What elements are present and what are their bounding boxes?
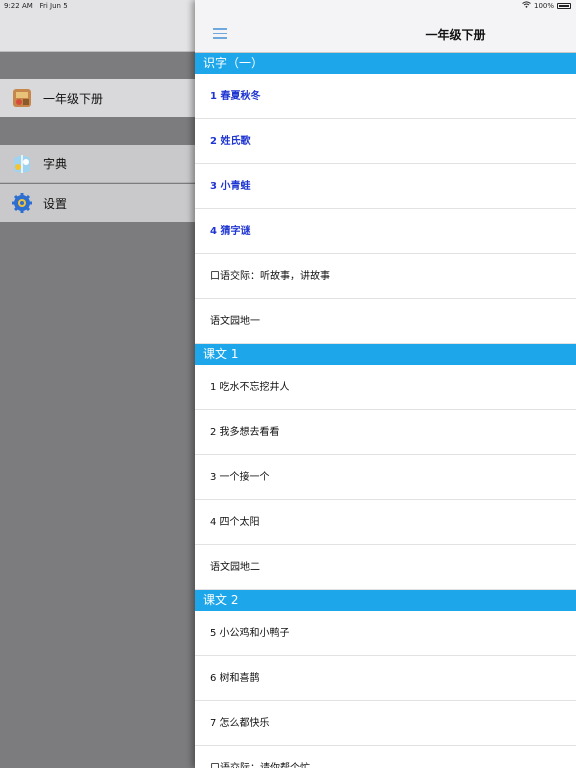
status-date: Fri Jun 5	[39, 2, 68, 10]
lesson-row[interactable]: 4 猜字谜	[195, 209, 576, 254]
navigation-bar: 100% 一年级下册	[195, 0, 576, 53]
status-time-date: 9:22 AM Fri Jun 5	[4, 0, 68, 12]
lesson-row[interactable]: 口语交际：请你帮个忙	[195, 746, 576, 768]
page-title: 一年级下册	[425, 28, 486, 42]
sidebar-item-book[interactable]: 一年级下册	[0, 79, 195, 117]
sidebar: 9:22 AM Fri Jun 5 一年级下册 字典 设置	[0, 0, 195, 768]
lesson-row[interactable]: 2 我多想去看看	[195, 410, 576, 455]
lesson-row[interactable]: 语文园地二	[195, 545, 576, 590]
lesson-row[interactable]: 1 吃水不忘挖井人	[195, 365, 576, 410]
dictionary-icon	[11, 153, 33, 175]
lesson-list: 识字（一） 1 春夏秋冬 2 姓氏歌 3 小青蛙 4 猜字谜 口语交际：听故事，讲故事 语文…	[195, 53, 576, 768]
section-header: 识字（一）	[195, 53, 576, 74]
section-header: 课文 2	[195, 590, 576, 611]
battery-percent: 100%	[533, 2, 554, 10]
sidebar-top-bar: 9:22 AM Fri Jun 5	[0, 0, 195, 52]
lesson-row[interactable]: 4 四个太阳	[195, 500, 576, 545]
sidebar-item-settings[interactable]: 设置	[0, 184, 195, 222]
lesson-row[interactable]: 3 小青蛙	[195, 164, 576, 209]
battery-icon	[557, 3, 571, 9]
lesson-row[interactable]: 语文园地一	[195, 299, 576, 344]
status-indicators: 100%	[522, 0, 571, 12]
main-panel: 100% 一年级下册 识字（一） 1 春夏秋冬 2 姓氏歌 3 小青蛙 4 猜字谜 口语交…	[195, 0, 576, 768]
section-header: 课文 1	[195, 344, 576, 365]
lesson-row[interactable]: 7 怎么都快乐	[195, 701, 576, 746]
lesson-row[interactable]: 5 小公鸡和小鸭子	[195, 611, 576, 656]
sidebar-item-label: 字典	[43, 157, 68, 171]
sidebar-item-label: 设置	[43, 196, 68, 211]
sidebar-item-dictionary[interactable]: 字典	[0, 145, 195, 183]
status-time: 9:22 AM	[4, 2, 33, 10]
wifi-icon	[522, 0, 531, 12]
book-icon	[11, 87, 33, 109]
lesson-row[interactable]: 口语交际：听故事，讲故事	[195, 254, 576, 299]
lesson-row[interactable]: 1 春夏秋冬	[195, 74, 576, 119]
lesson-row[interactable]: 3 一个接一个	[195, 455, 576, 500]
gear-icon	[11, 192, 33, 214]
lesson-row[interactable]: 6 树和喜鹊	[195, 656, 576, 701]
lesson-row[interactable]: 2 姓氏歌	[195, 119, 576, 164]
sidebar-item-label: 一年级下册	[43, 91, 104, 106]
